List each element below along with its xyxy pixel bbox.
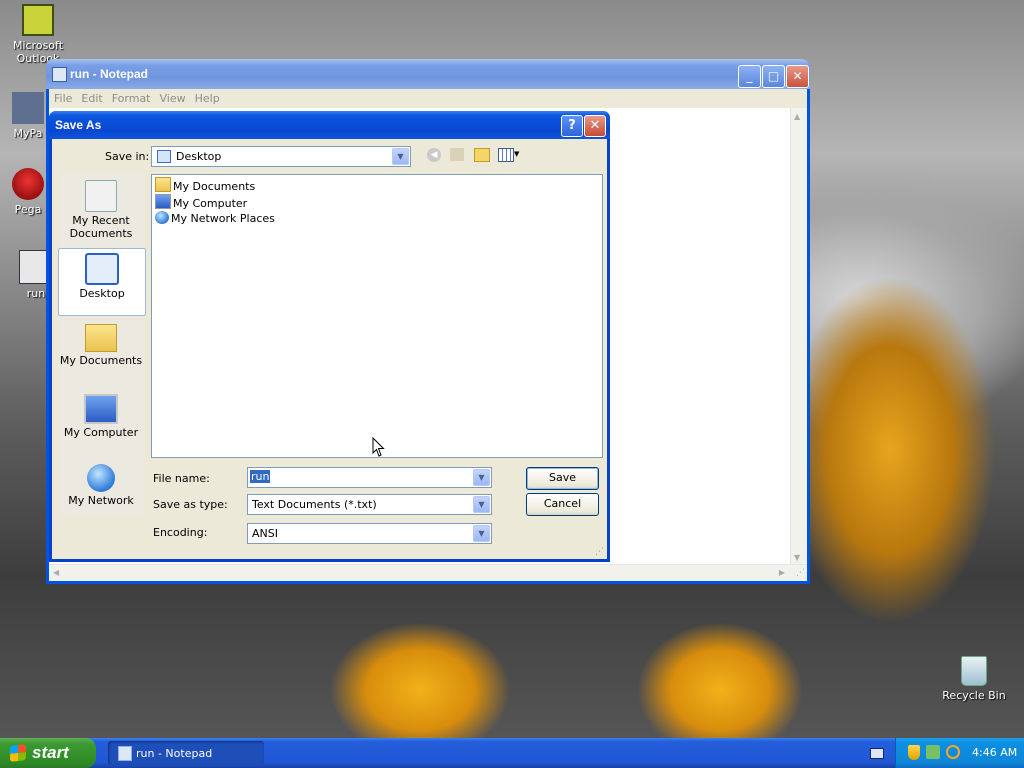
taskbar-item-notepad[interactable]: run - Notepad (108, 741, 264, 765)
vertical-scrollbar[interactable]: ▲ ▼ (790, 108, 807, 566)
save-button[interactable]: Save (526, 467, 599, 490)
file-name-value: run (250, 470, 271, 483)
system-tray: 4:46 AM (895, 738, 1024, 768)
network-globe-icon (155, 211, 169, 224)
dialog-title-bar[interactable]: Save As ? ✕ (49, 111, 610, 139)
folder-icon (85, 324, 117, 352)
chevron-down-icon[interactable]: ▼ (392, 148, 409, 165)
place-label: Desktop (79, 287, 125, 300)
horizontal-scrollbar[interactable]: ◀ ▶ ⋰ (49, 564, 807, 581)
list-item[interactable]: My Computer (155, 194, 247, 210)
new-folder-icon[interactable] (474, 148, 490, 162)
outlook-icon (22, 4, 54, 36)
dialog-title: Save As (55, 118, 102, 132)
desktop-icon-label: Recycle Bin (942, 689, 1006, 702)
close-button[interactable]: ✕ (786, 65, 809, 88)
dialog-close-button[interactable]: ✕ (584, 115, 606, 137)
chevron-down-icon[interactable]: ▼ (473, 525, 490, 542)
encoding-label: Encoding: (153, 526, 208, 539)
scroll-right-arrow-icon[interactable]: ▶ (779, 568, 785, 577)
notepad-icon (52, 67, 67, 82)
place-my-recent-documents[interactable]: My Recent Documents (58, 180, 144, 240)
scroll-down-arrow-icon[interactable]: ▼ (794, 553, 800, 562)
place-my-computer[interactable]: My Computer (58, 394, 144, 439)
places-bar: My Recent Documents Desktop My Documents… (58, 174, 146, 514)
keyboard-icon[interactable] (870, 748, 884, 759)
notepad-title: run - Notepad (70, 67, 148, 81)
menu-help[interactable]: Help (190, 89, 224, 105)
view-dropdown-arrow-icon[interactable]: ▼ (514, 150, 519, 158)
app-icon (12, 92, 44, 124)
file-name-label: File name: (153, 472, 210, 485)
dialog-body: Save in: Desktop ▼ ◀ ▼ My Recent Documen… (52, 139, 607, 559)
menu-format[interactable]: Format (107, 89, 155, 105)
recent-documents-icon (85, 180, 117, 212)
windows-logo-icon (10, 744, 26, 762)
desktop-icon-recycle-bin[interactable]: Recycle Bin (936, 656, 1012, 702)
mouse-cursor-icon (372, 437, 385, 457)
place-label: My Computer (63, 426, 139, 439)
cancel-button[interactable]: Cancel (526, 493, 599, 516)
chevron-down-icon[interactable]: ▼ (473, 496, 490, 513)
notepad-title-bar[interactable]: run - Notepad _ □ ✕ (46, 59, 810, 89)
help-button[interactable]: ? (561, 115, 583, 137)
place-label: My Documents (59, 354, 143, 367)
save-as-type-value: Text Documents (*.txt) (252, 498, 377, 511)
resize-grip-icon[interactable]: ⋰ (595, 547, 604, 557)
save-in-label: Save in: (105, 150, 150, 163)
file-list[interactable]: My Documents My Computer My Network Plac… (151, 174, 603, 458)
menu-view[interactable]: View (155, 89, 190, 105)
scroll-left-arrow-icon[interactable]: ◀ (53, 568, 59, 577)
taskbar: start run - Notepad 4:46 AM (0, 738, 1024, 768)
scroll-up-arrow-icon[interactable]: ▲ (794, 112, 800, 121)
pega-icon (12, 168, 44, 200)
place-label: My Recent (72, 214, 130, 227)
desktop-icon (85, 253, 119, 285)
save-in-combo[interactable]: Desktop ▼ (151, 146, 411, 167)
minimize-button[interactable]: _ (738, 65, 761, 88)
clock: 4:46 AM (972, 746, 1018, 759)
chevron-down-icon[interactable]: ▼ (473, 469, 490, 486)
save-as-dialog: Save As ? ✕ Save in: Desktop ▼ ◀ ▼ My Re… (49, 111, 610, 562)
save-as-type-select[interactable]: Text Documents (*.txt) ▼ (247, 494, 492, 515)
view-menu-icon[interactable] (498, 148, 514, 162)
list-item-label: My Network Places (171, 212, 275, 225)
start-button[interactable]: start (0, 738, 96, 768)
search-icon[interactable] (946, 745, 960, 759)
desktop-icon-outlook[interactable]: Microsoft Outlook (0, 4, 76, 65)
notepad-icon (118, 746, 132, 761)
folder-icon (155, 177, 171, 192)
desktop-icon (157, 150, 171, 163)
save-as-type-label: Save as type: (153, 498, 228, 511)
list-item[interactable]: My Documents (155, 177, 255, 193)
place-label: Documents (69, 227, 133, 240)
up-folder-icon[interactable] (450, 148, 464, 161)
back-icon[interactable]: ◀ (427, 148, 441, 162)
network-globe-icon (87, 464, 115, 492)
place-my-network[interactable]: My Network (58, 464, 144, 507)
list-item[interactable]: My Network Places (155, 211, 275, 227)
computer-icon (84, 394, 118, 424)
save-in-value: Desktop (176, 150, 222, 163)
recycle-bin-icon (961, 656, 987, 686)
resize-grip-icon[interactable]: ⋰ (796, 568, 805, 578)
encoding-value: ANSI (252, 527, 278, 540)
list-item-label: My Computer (173, 197, 248, 210)
security-shield-icon[interactable] (908, 745, 920, 760)
network-icon[interactable] (926, 745, 940, 759)
maximize-button[interactable]: □ (762, 65, 785, 88)
desktop-icon-label: Microsoft (12, 39, 64, 52)
start-label: start (32, 743, 69, 762)
menu-file[interactable]: File (49, 89, 76, 105)
taskbar-item-label: run - Notepad (136, 747, 213, 760)
place-label: My Network (68, 494, 134, 507)
list-item-label: My Documents (173, 180, 256, 193)
computer-icon (155, 194, 171, 209)
encoding-select[interactable]: ANSI ▼ (247, 523, 492, 544)
file-name-field[interactable]: run ▼ (247, 467, 492, 488)
menu-edit[interactable]: Edit (76, 89, 106, 105)
place-desktop[interactable]: Desktop (58, 248, 146, 316)
place-my-documents[interactable]: My Documents (58, 324, 144, 367)
notepad-menu-bar: File Edit Format View Help (49, 89, 807, 108)
